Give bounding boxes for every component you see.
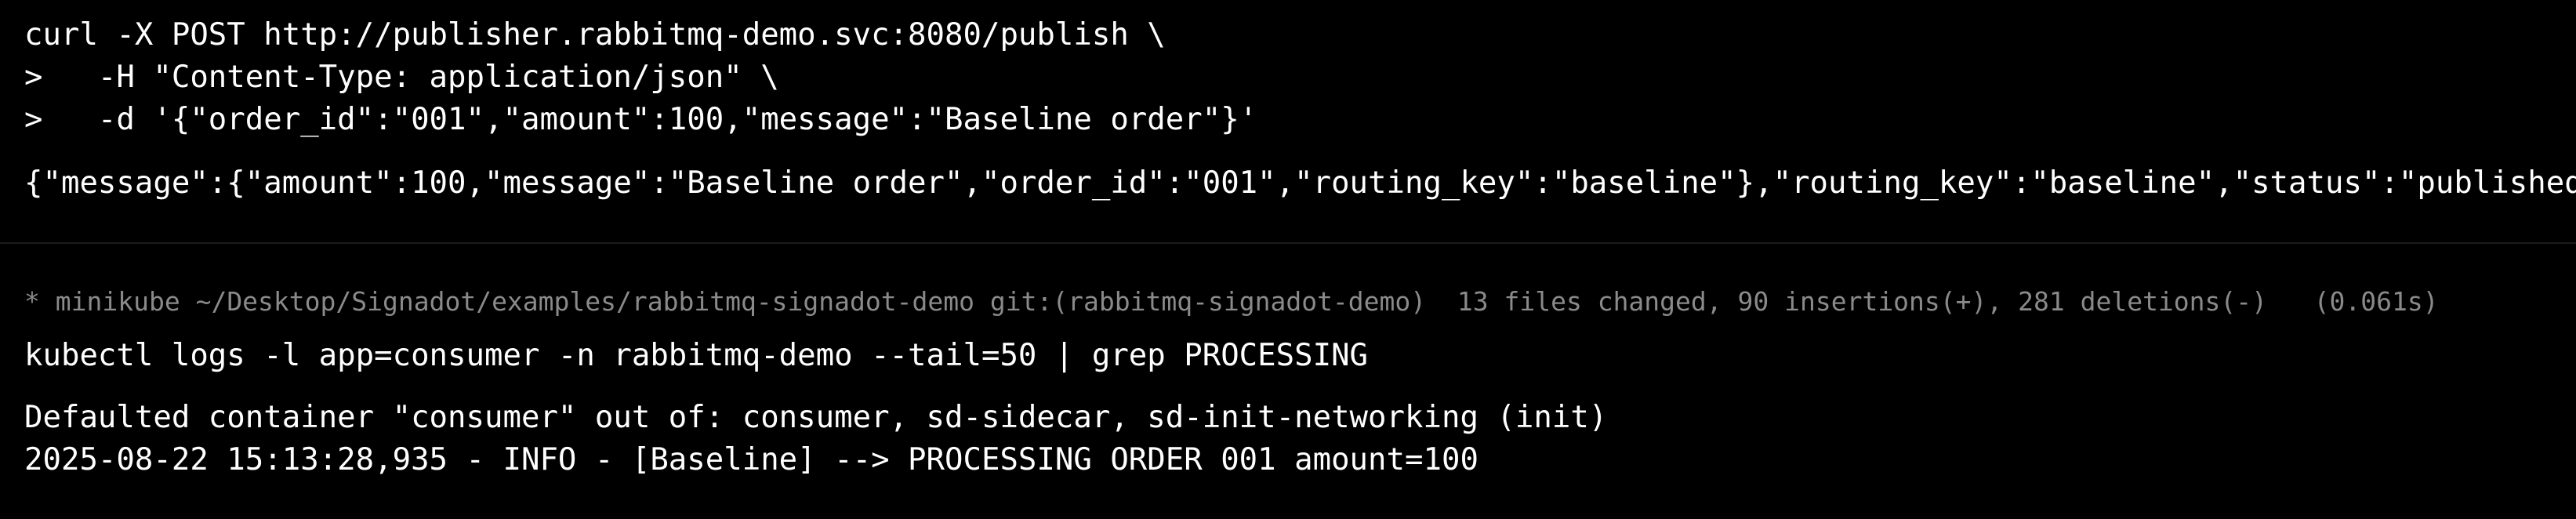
command-output: {"message":{"amount":100,"message":"Base…: [24, 165, 2576, 201]
prompt-marker: *: [24, 286, 40, 317]
prompt-git-branch: git:(rabbitmq-signadot-demo): [989, 286, 1427, 317]
command-output: 2025-08-22 15:13:28,935 - INFO - [Baseli…: [24, 442, 1478, 477]
command-continuation-line: > -d '{"order_id":"001","amount":100,"me…: [24, 102, 1258, 137]
prompt-path: ~/Desktop/Signadot/examples/rabbitmq-sig…: [195, 286, 974, 317]
command-separator: [0, 242, 2576, 244]
command-line: kubectl logs -l app=consumer -n rabbitmq…: [24, 338, 1369, 373]
command-continuation-line: > -H "Content-Type: application/json" \: [24, 60, 779, 95]
command-line: curl -X POST http://publisher.rabbitmq-d…: [24, 17, 1166, 53]
shell-prompt: * minikube ~/Desktop/Signadot/examples/r…: [24, 285, 2439, 319]
prompt-context: minikube: [55, 286, 180, 317]
prompt-git-stats: 13 files changed, 90 insertions(+), 281 …: [1457, 286, 2268, 317]
command-output: Defaulted container "consumer" out of: c…: [24, 400, 1608, 435]
prompt-duration: (0.061s): [2313, 286, 2439, 317]
